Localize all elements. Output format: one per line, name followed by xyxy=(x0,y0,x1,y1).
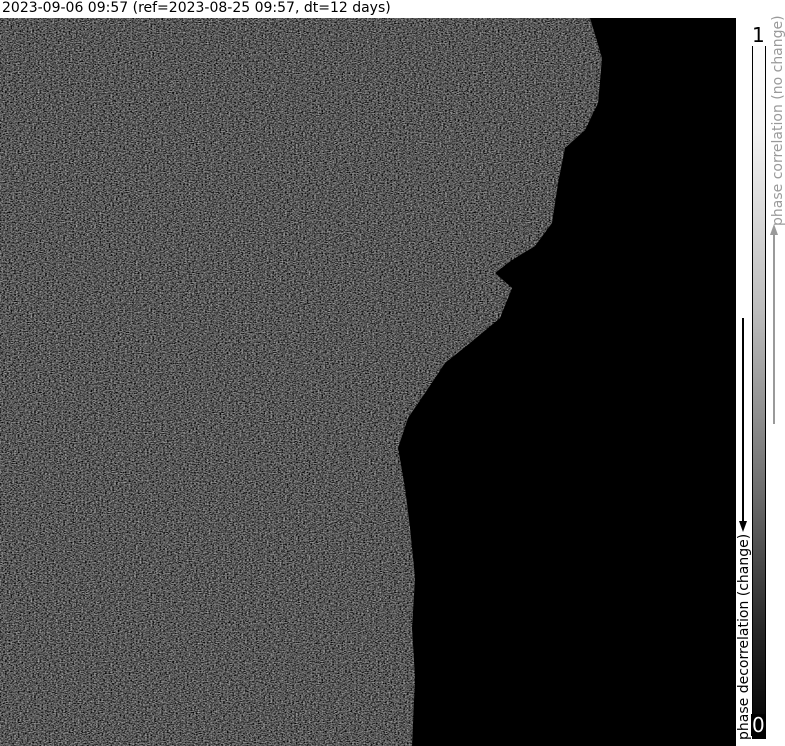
title-bar: 2023-09-06 09:57 (ref=2023-08-25 09:57, … xyxy=(0,0,785,18)
arrow-down-icon xyxy=(739,318,747,532)
coherence-image xyxy=(0,18,736,746)
image-title: 2023-09-06 09:57 (ref=2023-08-25 09:57, … xyxy=(2,0,391,16)
colorbar-panel: 1 0 phase decorrelation (change) phase c… xyxy=(736,15,785,746)
colorbar-high-label: phase correlation (no change) xyxy=(770,15,785,226)
colorbar-gradient xyxy=(752,24,766,739)
coherence-map xyxy=(0,18,736,746)
colorbar-low-label: phase decorrelation (change) xyxy=(736,533,752,740)
colorbar-max-label: 1 xyxy=(751,23,766,47)
arrow-up-icon xyxy=(770,224,778,424)
colorbar-min-label: 0 xyxy=(751,713,766,737)
